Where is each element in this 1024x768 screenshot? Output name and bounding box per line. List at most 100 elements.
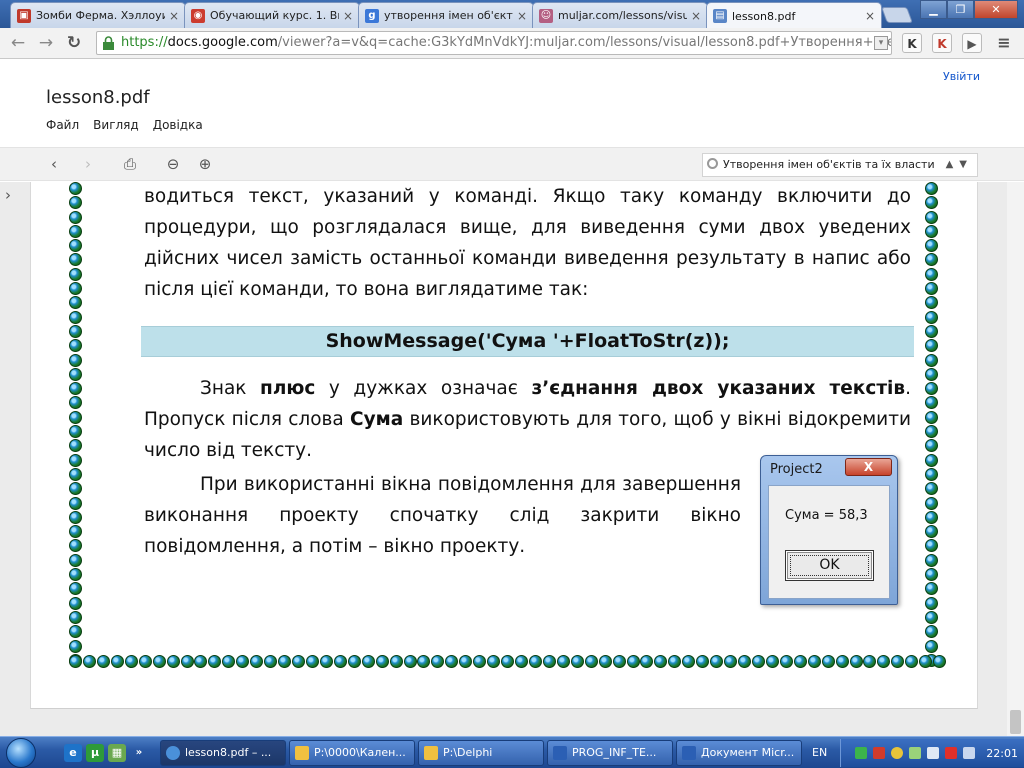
globe-ornament (925, 582, 938, 596)
globe-ornament (69, 596, 82, 610)
reload-icon[interactable]: ↻ (64, 33, 84, 53)
language-indicator[interactable]: EN (812, 746, 827, 759)
tray-battery-icon[interactable] (909, 747, 921, 759)
globe-ornament (264, 655, 278, 668)
tray-network-arrows-icon[interactable] (855, 747, 867, 759)
find-in-document-input[interactable]: Утворення імен об'єктів та їх власти ▲▼ (702, 153, 978, 177)
taskbar-word-prog-inf[interactable]: PROG_INF_TE... (547, 740, 673, 766)
globe-ornament (487, 655, 501, 668)
zoom-in-icon[interactable]: ⊕ (195, 154, 215, 174)
ie-icon[interactable]: e (64, 744, 82, 762)
globe-ornament (69, 525, 82, 539)
system-tray: 22:01 (840, 739, 1024, 767)
globe-ornament (69, 496, 82, 510)
tab-close-icon[interactable]: × (517, 9, 527, 23)
scrollbar-thumb[interactable] (1010, 710, 1021, 734)
globe-border-right (925, 182, 941, 668)
tab-google-search[interactable]: g утворення імен об'єктів × (358, 2, 534, 28)
tray-connection-icon[interactable] (963, 747, 975, 759)
globe-ornament (69, 367, 82, 381)
extension-k-icon[interactable]: K (902, 33, 922, 53)
zoom-out-icon[interactable]: ⊖ (163, 154, 183, 174)
taskbar-chrome-lesson8[interactable]: lesson8.pdf – ... (160, 740, 286, 766)
globe-ornament (236, 655, 250, 668)
globe-ornament (69, 182, 82, 195)
globe-ornament (473, 655, 487, 668)
tab-favicon-icon: g (365, 8, 379, 23)
globe-ornament (69, 625, 82, 639)
start-button[interactable] (6, 738, 36, 768)
focus-rect (790, 555, 869, 576)
bold-term-plus: плюс (260, 378, 316, 399)
taskbar-folder-kalendar[interactable]: P:\0000\Кален... (289, 740, 415, 766)
print-icon[interactable]: ⎙ (120, 154, 140, 174)
bookmark-star-icon[interactable]: ▾ (874, 36, 888, 50)
globe-ornament (69, 539, 82, 553)
signin-link[interactable]: Увійти (943, 70, 980, 83)
chrome-icon (166, 746, 180, 760)
menu-file[interactable]: Файл (46, 118, 79, 132)
globe-ornament (445, 655, 459, 668)
globe-ornament (69, 296, 82, 310)
paragraph-plus-sign: Знак плюс у дужках означає з’єднання дво… (144, 373, 911, 466)
system-clock[interactable]: 22:01 (986, 747, 1018, 760)
url-host: docs.google.com (167, 35, 278, 50)
taskbar-word-document[interactable]: Документ Micr... (676, 740, 802, 766)
search-icon (707, 158, 718, 169)
tab-lesson8-pdf[interactable]: ▤ lesson8.pdf × (706, 2, 882, 29)
browser-tab-strip: ▣ Зомби Ферма. Хэллоуин × ◉ Обучающий ку… (0, 0, 1024, 29)
globe-ornament (849, 655, 863, 668)
close-window-icon[interactable]: ✕ (974, 0, 1018, 19)
globe-ornament (194, 655, 208, 668)
globe-ornament (375, 655, 389, 668)
address-bar[interactable]: https://docs.google.com/viewer?a=v&q=cac… (96, 31, 892, 55)
utorrent-icon[interactable]: µ (86, 744, 104, 762)
tab-zombie-farm[interactable]: ▣ Зомби Ферма. Хэллоуин × (10, 2, 186, 28)
back-arrow-icon[interactable]: ← (8, 33, 28, 53)
globe-ornament (69, 382, 82, 396)
windows-taskbar: e µ ▦ » lesson8.pdf – ... P:\0000\Кален.… (0, 736, 1024, 768)
forward-arrow-icon[interactable]: → (36, 33, 56, 53)
tab-muljar-lessons[interactable]: ☺ muljar.com/lessons/visual × (532, 2, 708, 28)
tab-training-course[interactable]: ◉ Обучающий курс. 1. Вв × (184, 2, 360, 28)
new-tab-button[interactable] (881, 7, 913, 23)
window-controls: ▁ ❐ ✕ (920, 0, 1018, 19)
globe-ornament (333, 655, 347, 668)
globe-ornament (69, 324, 82, 338)
tray-antivirus-icon[interactable] (873, 747, 885, 759)
previous-page-icon[interactable]: ‹ (44, 154, 64, 174)
expand-sidebar-icon[interactable]: › (5, 186, 11, 204)
find-navigation-icon[interactable]: ▲▼ (941, 154, 973, 176)
tray-ati-icon[interactable] (945, 747, 957, 759)
tray-volume-icon[interactable] (927, 747, 939, 759)
globe-ornament (69, 639, 82, 653)
tab-close-icon[interactable]: × (865, 9, 875, 23)
restore-icon[interactable]: ❐ (947, 0, 974, 19)
extension-player-icon[interactable]: ▶ (962, 33, 982, 53)
globe-ornament (69, 410, 82, 424)
taskbar-folder-delphi[interactable]: P:\Delphi (418, 740, 544, 766)
globe-ornament (724, 655, 738, 668)
globe-ornament (925, 439, 938, 453)
globe-ornament (319, 655, 333, 668)
globe-ornament (69, 482, 82, 496)
globe-ornament (933, 655, 947, 668)
globe-ornament (222, 655, 236, 668)
globe-ornament (361, 655, 375, 668)
tab-close-icon[interactable]: × (169, 9, 179, 23)
globe-ornament (925, 224, 938, 238)
minimize-icon[interactable]: ▁ (920, 0, 947, 19)
menu-help[interactable]: Довідка (153, 118, 203, 132)
tab-close-icon[interactable]: × (343, 9, 353, 23)
mycomputer-icon[interactable]: ▦ (108, 744, 126, 762)
next-page-icon[interactable]: › (78, 154, 98, 174)
globe-ornament (69, 467, 82, 481)
tab-close-icon[interactable]: × (691, 9, 701, 23)
globe-ornament (69, 655, 82, 668)
extension-pin-icon[interactable]: K (932, 33, 952, 53)
vertical-scrollbar[interactable] (1007, 182, 1024, 736)
tray-messenger-icon[interactable] (891, 747, 903, 759)
quick-launch-more-icon[interactable]: » (130, 744, 148, 762)
menu-view[interactable]: Вигляд (93, 118, 139, 132)
settings-wrench-icon[interactable]: ≡ (994, 33, 1014, 53)
